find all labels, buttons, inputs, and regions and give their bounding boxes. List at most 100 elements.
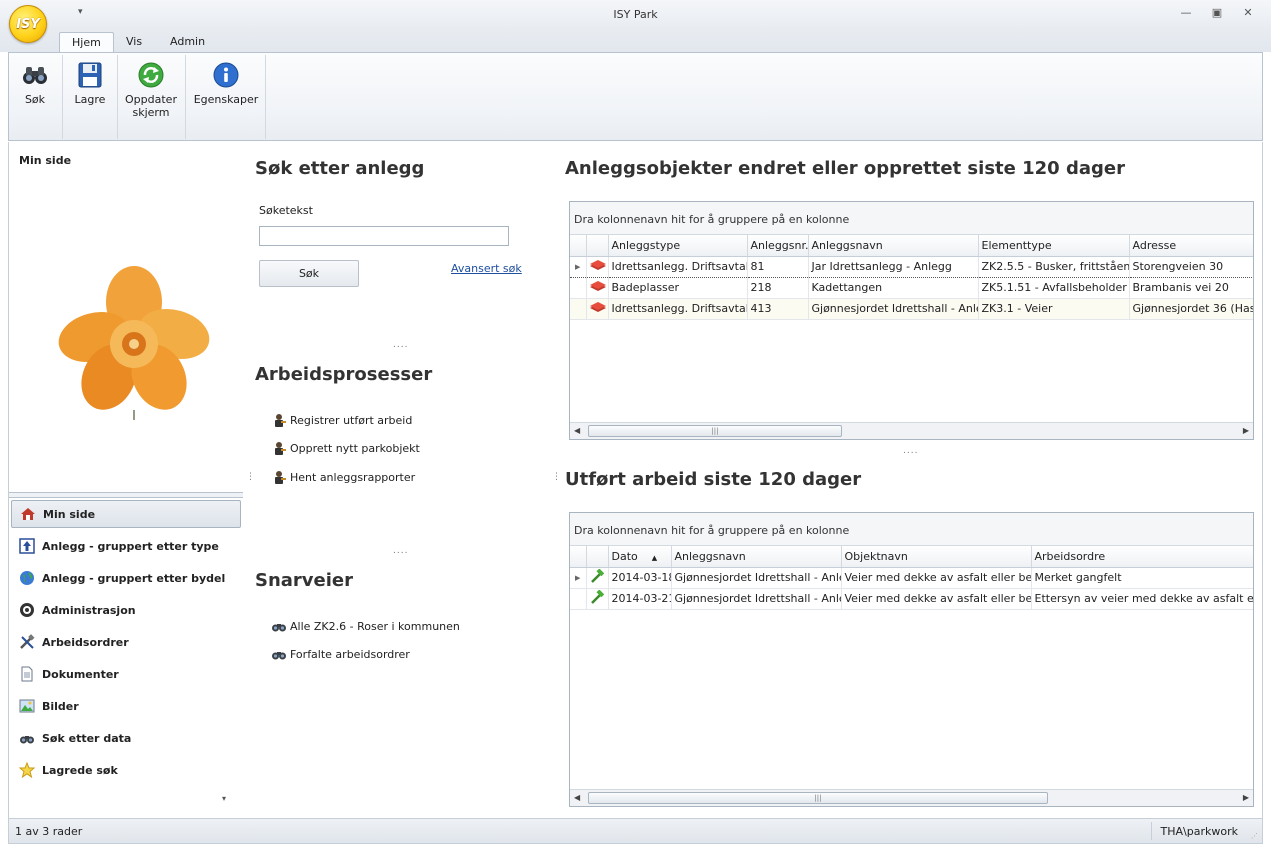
column-header-anleggsnavn[interactable]: Anleggsnavn [808, 235, 979, 257]
search-ribbon-button[interactable]: Søk [11, 53, 59, 141]
search-button[interactable]: Søk [259, 260, 359, 287]
table-row[interactable]: Idrettsanlegg. Driftsavtaler 413 Gjønnes… [570, 298, 1253, 320]
work-table: Dato ▲ Anleggsnavn Objektnavn Arbeidsordr… [570, 546, 1253, 610]
binoculars-icon [21, 61, 49, 89]
close-button[interactable]: ✕ [1238, 6, 1258, 22]
scroll-right-arrow[interactable]: ▶ [1243, 793, 1249, 802]
scroll-right-arrow[interactable]: ▶ [1243, 426, 1249, 435]
nav-overflow-arrow[interactable]: ▾ [222, 794, 226, 803]
panel-splitter-dots[interactable]: .... [393, 546, 408, 556]
column-header-elementtype[interactable]: Elementtype [978, 235, 1130, 257]
properties-ribbon-button[interactable]: Egenskaper [189, 53, 263, 141]
table-row[interactable]: ▶ Idrettsanlegg. Driftsavtaler 81 Jar Id… [570, 255, 1253, 278]
cell[interactable]: Ettersyn av veier med dekke av asfalt el… [1031, 588, 1253, 610]
app-orb-button[interactable]: ISY [9, 5, 47, 43]
scroll-left-arrow[interactable]: ◀ [574, 793, 580, 802]
cell[interactable]: ZK2.5.5 - Busker, frittstående [978, 255, 1130, 278]
cell[interactable]: Idrettsanlegg. Driftsavtaler [608, 255, 748, 278]
horizontal-scrollbar[interactable]: ◀ ||| ▶ [570, 789, 1253, 806]
panel-splitter-dots[interactable]: .... [903, 446, 918, 456]
vertical-splitter-dots[interactable]: ⋮ [246, 472, 255, 482]
cell[interactable]: 2014-03-21 [608, 588, 672, 610]
nav-item-administrasjon[interactable]: Administrasjon [11, 596, 241, 624]
panel-splitter-dots[interactable]: .... [393, 340, 408, 350]
cell[interactable]: Badeplasser [608, 277, 748, 299]
group-by-panel[interactable]: Dra kolonnenavn hit for å gruppere på en… [570, 513, 1253, 546]
horizontal-scrollbar[interactable]: ◀ ||| ▶ [570, 422, 1253, 439]
process-new-park-object[interactable]: Opprett nytt parkobjekt [271, 440, 420, 456]
save-ribbon-button[interactable]: Lagre [65, 53, 115, 141]
nav-item-label: Dokumenter [42, 667, 119, 681]
tab-vis[interactable]: Vis [114, 32, 154, 53]
cell[interactable]: Veier med dekke av asfalt eller betong [841, 567, 1032, 589]
column-header-anleggsnavn[interactable]: Anleggsnavn [671, 546, 842, 568]
process-fetch-reports[interactable]: Hent anleggsrapporter [271, 469, 415, 485]
row-indicator [570, 588, 587, 610]
nav-item-anlegg-bydel[interactable]: Anlegg - gruppert etter bydel [11, 564, 241, 592]
cell[interactable]: Idrettsanlegg. Driftsavtaler [608, 298, 748, 320]
shortcut-zk26[interactable]: Alle ZK2.6 - Roser i kommunen [271, 618, 460, 634]
cell[interactable]: Gjønnesjordet 36 (Haslum) [1129, 298, 1253, 320]
row-indicator-header [570, 546, 587, 568]
workman-icon [271, 440, 287, 456]
table-row[interactable]: Badeplasser 218 Kadettangen ZK5.1.51 - A… [570, 277, 1253, 299]
nav-item-arbeidsordrer[interactable]: Arbeidsordrer [11, 628, 241, 656]
vertical-splitter-dots[interactable]: ⋮ [552, 472, 562, 482]
tab-admin[interactable]: Admin [158, 32, 217, 53]
nav-item-anlegg-type[interactable]: Anlegg - gruppert etter type [11, 532, 241, 560]
scroll-thumb[interactable]: ||| [588, 425, 842, 437]
cell[interactable]: Kadettangen [808, 277, 979, 299]
advanced-search-link[interactable]: Avansert søk [451, 262, 522, 275]
app-logo-text: ISY [16, 16, 40, 32]
icon-column-header [586, 235, 609, 257]
tools-icon [19, 634, 35, 650]
cell[interactable]: Storengveien 30 [1129, 255, 1253, 278]
cell[interactable]: ZK3.1 - Veier [978, 298, 1130, 320]
process-register-work[interactable]: Registrer utført arbeid [271, 412, 412, 428]
cell[interactable]: 2014-03-18 [608, 567, 672, 589]
structure-icon [19, 538, 35, 554]
column-header-dato[interactable]: Dato ▲ [608, 546, 672, 568]
cell[interactable]: 218 [747, 277, 809, 299]
minimize-button[interactable]: — [1176, 6, 1196, 22]
table-row[interactable]: ▶ 2014-03-18 Gjønnesjordet Idrettshall -… [570, 567, 1253, 589]
scroll-thumb[interactable]: ||| [588, 792, 1048, 804]
cell[interactable]: Gjønnesjordet Idrettshall - Anlegg [808, 298, 979, 320]
facility-icon [586, 298, 609, 320]
nav-item-bilder[interactable]: Bilder [11, 692, 241, 720]
column-header-anleggstype[interactable]: Anleggstype [608, 235, 748, 257]
objects-grid-title: Anleggsobjekter endret eller opprettet s… [565, 158, 1125, 179]
cell[interactable]: Merket gangfelt [1031, 567, 1253, 589]
nav-item-dokumenter[interactable]: Dokumenter [11, 660, 241, 688]
cell[interactable]: Gjønnesjordet Idrettshall - Anlegg [671, 567, 842, 589]
resize-grip[interactable]: ⋰ [1251, 832, 1258, 840]
cell[interactable]: Brambanis vei 20 [1129, 277, 1253, 299]
picture-icon [19, 698, 35, 714]
column-header-objektnavn[interactable]: Objektnavn [841, 546, 1032, 568]
cell[interactable]: Veier med dekke av asfalt eller betong [841, 588, 1032, 610]
search-input[interactable] [259, 226, 509, 246]
table-row[interactable]: 2014-03-21 Gjønnesjordet Idrettshall - A… [570, 588, 1253, 610]
cell[interactable]: Jar Idrettsanlegg - Anlegg [808, 255, 979, 278]
column-header-adresse[interactable]: Adresse [1129, 235, 1253, 257]
cell[interactable]: Gjønnesjordet Idrettshall - Anlegg [671, 588, 842, 610]
admin-icon [19, 602, 35, 618]
column-header-anleggsnr[interactable]: Anleggsnr. [747, 235, 809, 257]
nav-item-lagrede-sok[interactable]: Lagrede søk [11, 756, 241, 784]
group-by-panel[interactable]: Dra kolonnenavn hit for å gruppere på en… [570, 202, 1253, 235]
cell[interactable]: 413 [747, 298, 809, 320]
floppy-disk-icon [76, 61, 104, 89]
main-area: Min side ⋮ Min side Anlegg - gruppert et… [8, 142, 1263, 818]
nav-item-min-side[interactable]: Min side [11, 500, 241, 528]
cell[interactable]: 81 [747, 255, 809, 278]
shortcut-overdue-orders[interactable]: Forfalte arbeidsordrer [271, 646, 410, 662]
restore-button[interactable]: ▣ [1207, 6, 1227, 22]
nav-pane-splitter[interactable] [9, 492, 243, 498]
column-header-arbeidsordre[interactable]: Arbeidsordre [1031, 546, 1253, 568]
refresh-ribbon-button[interactable]: Oppdater skjerm [121, 53, 181, 141]
scroll-left-arrow[interactable]: ◀ [574, 426, 580, 435]
ribbon-separator [185, 55, 186, 139]
cell[interactable]: ZK5.1.51 - Avfallsbeholder [978, 277, 1130, 299]
tab-hjem[interactable]: Hjem [59, 32, 114, 53]
nav-item-sok-etter-data[interactable]: Søk etter data [11, 724, 241, 752]
